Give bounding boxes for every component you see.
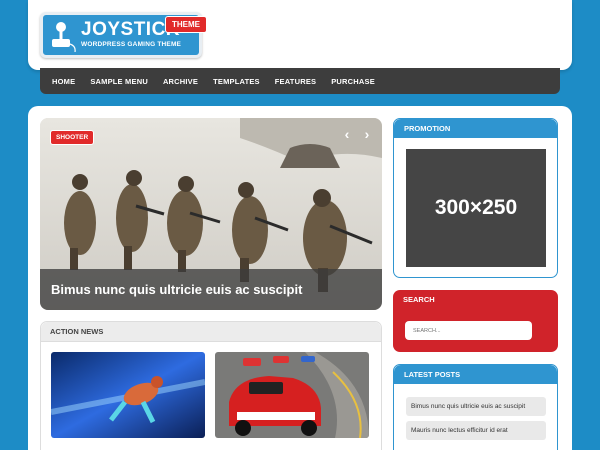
promotion-widget: PROMOTION 300×250 [393, 118, 558, 278]
site-logo[interactable]: JOYSTICK WORDPRESS GAMING THEME THEME [40, 12, 207, 58]
nav-item-archive[interactable]: ARCHIVE [163, 77, 198, 86]
nav-item-home[interactable]: HOME [52, 77, 75, 86]
ad-placeholder[interactable]: 300×250 [406, 149, 546, 267]
news-thumbnail-runner[interactable] [51, 352, 205, 438]
slider-caption[interactable]: Bimus nunc quis ultricie euis ac suscipi… [40, 269, 382, 310]
latest-post-item[interactable]: Bimus nunc quis ultricie euis ac suscipi… [406, 397, 546, 416]
latest-posts-widget: LATEST POSTS Bimus nunc quis ultricie eu… [393, 364, 558, 450]
action-news-header: ACTION NEWS [41, 322, 381, 342]
logo-subtitle: WORDPRESS GAMING THEME [81, 41, 182, 48]
action-news-section: ACTION NEWS [40, 321, 382, 450]
slider-caption-text[interactable]: Bimus nunc quis ultricie euis ac suscipi… [51, 282, 302, 297]
nav-item-purchase[interactable]: PURCHASE [331, 77, 375, 86]
news-thumbnail-racing[interactable] [215, 352, 369, 438]
category-badge[interactable]: SHOOTER [50, 130, 95, 145]
latest-post-item[interactable]: Mauris nunc lectus efficitur id erat [406, 421, 546, 440]
action-news-title: ACTION NEWS [50, 327, 104, 336]
nav-item-templates[interactable]: TEMPLATES [213, 77, 260, 86]
joystick-icon [52, 22, 76, 52]
search-input[interactable] [405, 321, 532, 340]
main-nav: HOME SAMPLE MENU ARCHIVE TEMPLATES FEATU… [40, 68, 560, 94]
chevron-right-icon[interactable]: › [360, 126, 374, 142]
promotion-title: PROMOTION [394, 119, 557, 138]
search-widget: SEARCH [393, 290, 558, 352]
latest-posts-title: LATEST POSTS [394, 365, 557, 384]
chevron-left-icon[interactable]: ‹ [340, 126, 354, 142]
nav-item-sample-menu[interactable]: SAMPLE MENU [90, 77, 148, 86]
nav-item-features[interactable]: FEATURES [275, 77, 316, 86]
search-title: SEARCH [403, 295, 435, 304]
logo-badge: THEME [165, 16, 207, 33]
featured-slider[interactable]: SHOOTER ‹ › Bimus nunc quis ultricie eui… [40, 118, 382, 310]
slider-controls: ‹ › [340, 126, 374, 142]
